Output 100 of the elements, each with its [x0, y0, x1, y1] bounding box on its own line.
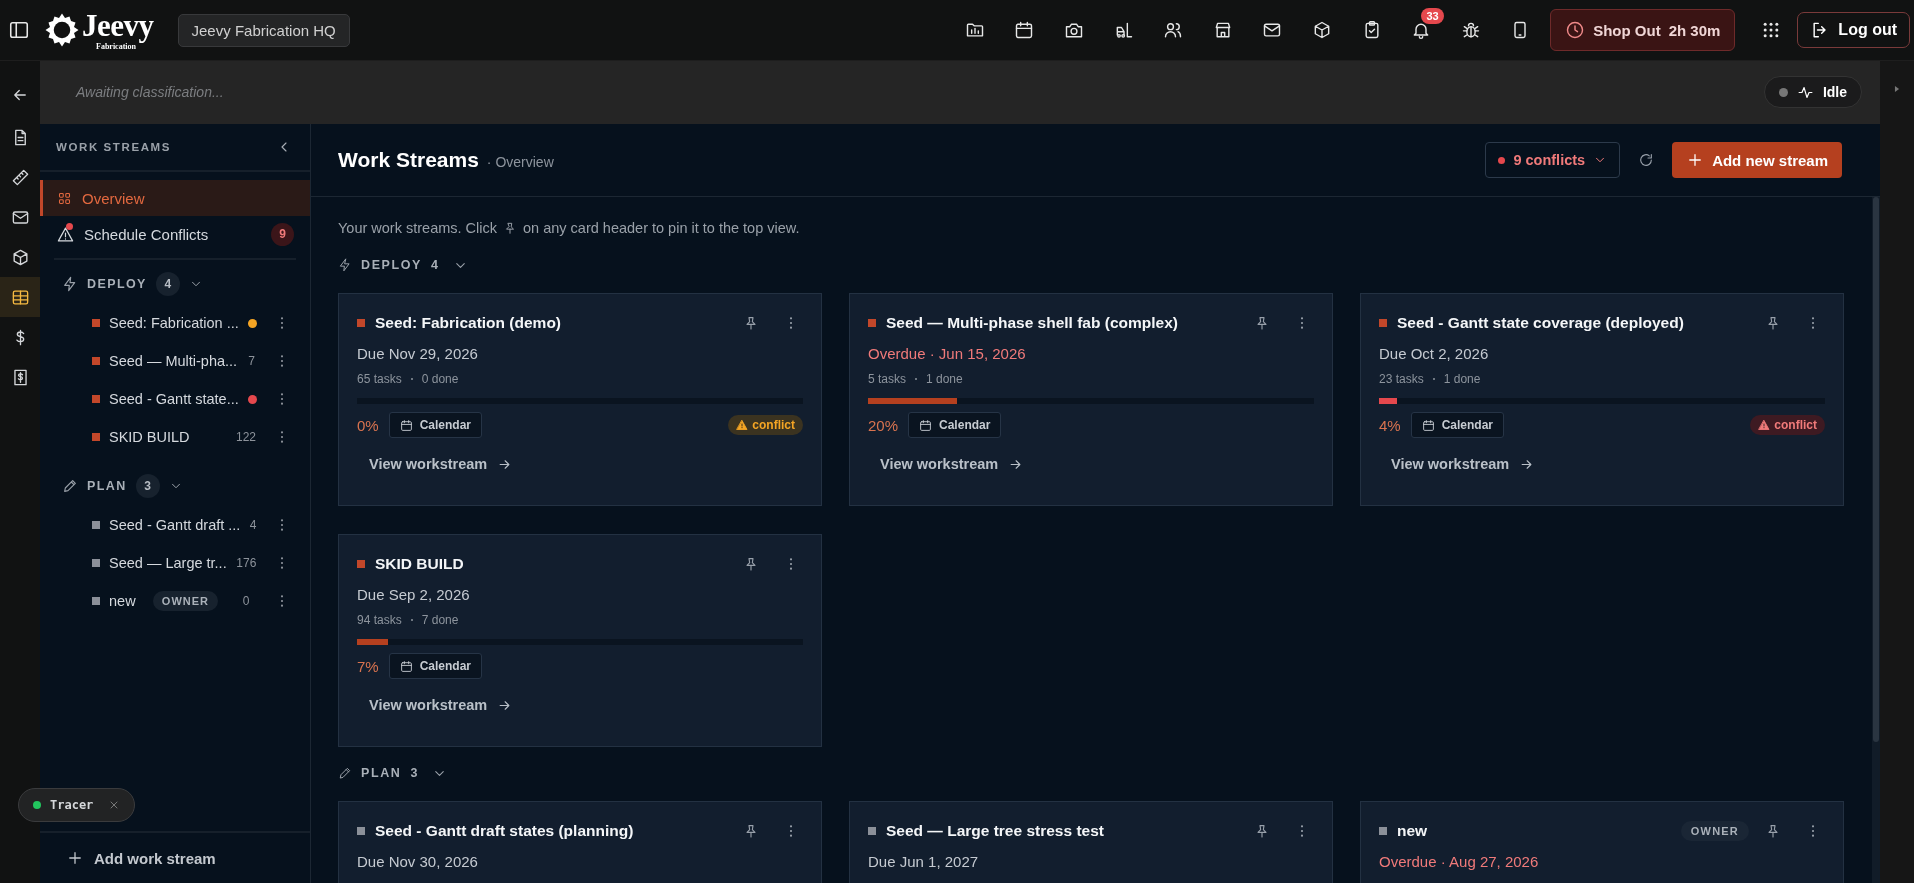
grid-icon	[57, 190, 72, 206]
calendar-button[interactable]: Calendar	[388, 653, 483, 679]
pin-icon[interactable]	[743, 823, 759, 839]
calendar-button[interactable]: Calendar	[908, 412, 1002, 438]
notification-count-badge: 33	[1421, 8, 1444, 24]
pencil-icon	[62, 478, 78, 494]
group-count-badge: 4	[155, 272, 180, 296]
done-count: 1 done	[926, 372, 963, 386]
status-dot	[1778, 87, 1788, 97]
item-count: 7	[248, 354, 255, 368]
pin-icon[interactable]	[1254, 823, 1270, 839]
task-count: 5 tasks	[868, 372, 906, 386]
lightning-icon	[338, 258, 352, 272]
card-title: Seed - Gantt draft states (planning)	[375, 822, 634, 840]
refresh-icon[interactable]	[1638, 152, 1655, 168]
pin-icon[interactable]	[1254, 315, 1270, 331]
package-icon[interactable]	[1312, 20, 1332, 40]
calendar-icon[interactable]	[1014, 20, 1035, 40]
plus-icon	[66, 849, 84, 867]
page-subtitle: · Overview	[486, 154, 554, 170]
classification-status-text: Awaiting classification...	[76, 84, 224, 100]
add-work-stream-button[interactable]: Add work stream	[40, 831, 310, 883]
view-workstream-link[interactable]: View workstream	[880, 456, 1024, 472]
card-title: Seed - Gantt state coverage (deployed)	[1397, 314, 1684, 332]
stream-list-item[interactable]: SKID BUILD 122	[40, 418, 310, 456]
due-date: Overdue · Aug 27, 2026	[1379, 853, 1540, 870]
table-icon[interactable]	[10, 287, 30, 307]
view-workstream-link[interactable]: View workstream	[1391, 456, 1535, 472]
view-workstream-link[interactable]: View workstream	[369, 456, 513, 472]
pin-icon[interactable]	[1765, 823, 1781, 839]
task-count: 65 tasks	[357, 372, 402, 386]
conflict-tag: conflict	[1750, 415, 1825, 435]
stream-list-item[interactable]: new OWNER 0	[40, 582, 310, 620]
sidebar-toggle-icon[interactable]	[8, 19, 30, 41]
logo-subtitle: Fabrication	[96, 42, 136, 51]
status-dot	[1498, 156, 1506, 164]
conflicts-nav-item[interactable]: Schedule Conflicts 9	[40, 216, 310, 252]
calendar-icon	[919, 418, 933, 432]
calendar-icon	[399, 659, 413, 673]
item-count: 122	[236, 430, 256, 444]
sidebar-title: WORK STREAMS	[56, 141, 172, 153]
progress-percent: 0%	[357, 416, 379, 434]
shop-out-button[interactable]: Shop Out 2h 30m	[1550, 9, 1736, 51]
logo-wordmark: Jeevy	[82, 9, 154, 41]
item-count: 176	[236, 556, 257, 570]
stream-list-item[interactable]: Seed - Gantt draft ... 4	[40, 506, 310, 544]
folder-chart-icon[interactable]	[964, 20, 985, 40]
conflict-count-badge: 9	[271, 222, 294, 246]
pin-icon[interactable]	[743, 556, 759, 572]
add-new-stream-button[interactable]: Add new stream	[1672, 142, 1842, 178]
stream-list-item[interactable]: Seed: Fabrication ...	[40, 304, 310, 342]
due-date: Overdue · Jun 15, 2026	[868, 345, 1027, 362]
mail-icon[interactable]	[1262, 20, 1283, 40]
view-workstream-link[interactable]: View workstream	[369, 697, 513, 713]
due-date: Due Sep 2, 2026	[357, 586, 471, 603]
item-count: 0	[242, 594, 250, 608]
due-date: Due Nov 30, 2026	[357, 853, 479, 870]
overview-nav-item[interactable]: Overview	[40, 180, 310, 216]
pin-icon[interactable]	[743, 315, 759, 331]
logout-button[interactable]: Log out	[1797, 12, 1910, 48]
group-label: PLAN	[361, 766, 402, 780]
group-label: DEPLOY	[361, 258, 422, 272]
done-count: 0 done	[421, 372, 459, 386]
group-label: PLAN	[87, 479, 127, 493]
pin-icon	[503, 221, 517, 235]
bug-icon[interactable]	[1460, 20, 1481, 40]
progress-percent: 20%	[868, 416, 899, 434]
task-count: 94 tasks	[357, 613, 402, 627]
page-title: Work Streams	[338, 148, 479, 172]
stream-list-item[interactable]: Seed — Multi-pha... 7	[40, 342, 310, 380]
warning-icon	[736, 419, 749, 431]
calendar-button[interactable]: Calendar	[1410, 412, 1505, 438]
card-title: Seed — Large tree stress test	[886, 822, 1104, 840]
camera-icon[interactable]	[1064, 20, 1084, 40]
cube-icon[interactable]	[10, 247, 30, 267]
warning-icon	[1758, 419, 1771, 431]
due-date: Due Jun 1, 2027	[868, 853, 980, 870]
calendar-icon	[399, 418, 413, 432]
card-title: Seed — Multi-phase shell fab (complex)	[886, 314, 1178, 332]
conflict-tag: conflict	[728, 415, 803, 435]
task-count: 23 tasks	[1379, 372, 1424, 386]
card-title: SKID BUILD	[375, 555, 464, 573]
group-count: 3	[410, 766, 418, 780]
calendar-button[interactable]: Calendar	[388, 412, 483, 438]
scrollbar-thumb[interactable]	[1873, 197, 1879, 742]
users-icon[interactable]	[1163, 20, 1184, 40]
pin-icon[interactable]	[1765, 315, 1781, 331]
done-count: 1 done	[1443, 372, 1481, 386]
due-date: Due Nov 29, 2026	[357, 345, 479, 362]
lightning-icon	[62, 276, 78, 292]
workspace-button[interactable]: Jeevy Fabrication HQ	[177, 13, 350, 47]
group-count-badge: 3	[135, 474, 160, 498]
warning-icon	[57, 225, 74, 243]
owner-badge: OWNER	[152, 591, 218, 611]
stream-list-item[interactable]: Seed — Large tr... 176	[40, 544, 310, 582]
intro-text: Your work streams. Click	[338, 220, 497, 236]
conflicts-dropdown[interactable]: 9 conflicts	[1485, 142, 1621, 178]
owner-badge: OWNER	[1680, 821, 1749, 841]
stream-list-item[interactable]: Seed - Gantt state...	[40, 380, 310, 418]
ruler-icon[interactable]	[10, 167, 30, 187]
